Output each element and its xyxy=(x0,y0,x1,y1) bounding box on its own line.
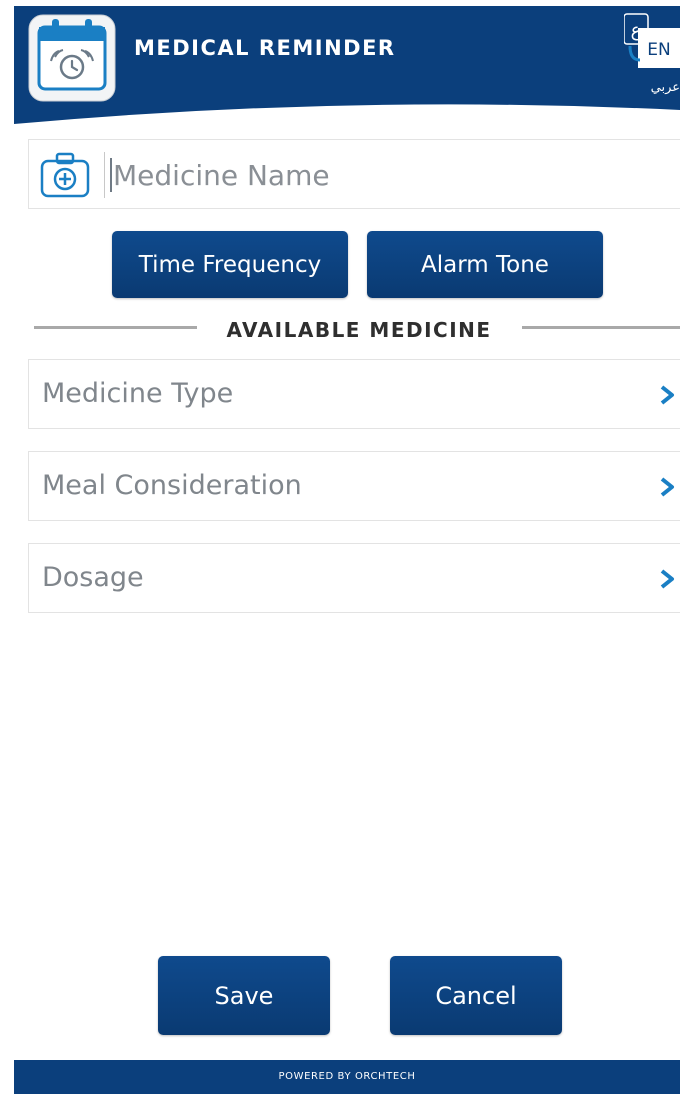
chevron-right-icon xyxy=(660,385,674,405)
language-label[interactable]: عربي xyxy=(626,80,680,95)
time-frequency-button[interactable]: Time Frequency xyxy=(112,231,348,298)
available-medicine-section-header: AVAILABLE MEDICINE xyxy=(14,316,680,350)
footer-powered-by: POWERED BY ORCHTECH xyxy=(14,1060,680,1094)
alarm-tone-button[interactable]: Alarm Tone xyxy=(367,231,603,298)
medicine-name-row xyxy=(28,139,680,209)
section-title: AVAILABLE MEDICINE xyxy=(226,318,492,342)
chevron-right-icon xyxy=(660,569,674,589)
app-header: MEDICAL REMINDER ع EN عربي xyxy=(14,6,680,126)
option-label: Dosage xyxy=(42,562,144,593)
option-dosage[interactable]: Dosage xyxy=(28,543,680,613)
save-button[interactable]: Save xyxy=(158,956,330,1035)
cancel-button[interactable]: Cancel xyxy=(390,956,562,1035)
option-meal-consideration[interactable]: Meal Consideration xyxy=(28,451,680,521)
chevron-right-icon xyxy=(660,477,674,497)
option-label: Medicine Type xyxy=(42,378,234,409)
option-label: Meal Consideration xyxy=(42,470,302,501)
language-switch-icon[interactable]: ع EN xyxy=(624,12,680,68)
section-divider-right xyxy=(522,326,680,329)
option-medicine-type[interactable]: Medicine Type xyxy=(28,359,680,429)
app-title: MEDICAL REMINDER xyxy=(134,36,396,60)
calendar-alarm-icon xyxy=(28,14,116,102)
input-divider xyxy=(104,152,105,198)
medicine-name-input[interactable] xyxy=(113,148,673,202)
text-caret xyxy=(110,158,112,192)
medical-kit-icon xyxy=(40,152,90,198)
lang-badge: EN xyxy=(647,40,670,60)
app-screen: MEDICAL REMINDER ع EN عربي Time Frequenc… xyxy=(14,0,680,1094)
section-divider-left xyxy=(34,326,197,329)
